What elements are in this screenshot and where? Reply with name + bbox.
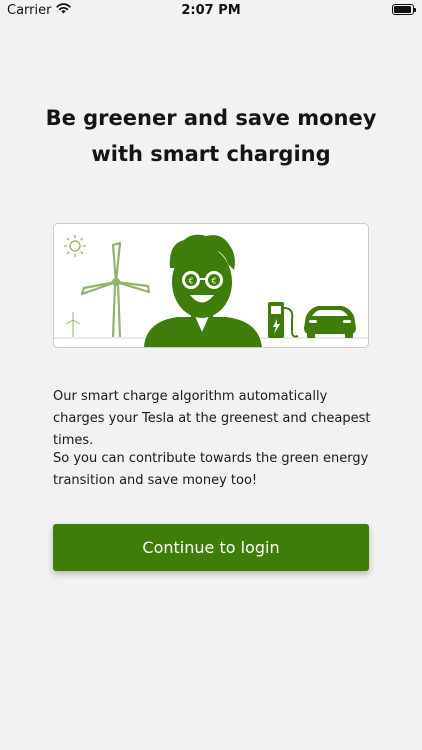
small-wind-turbine-icon [65, 312, 81, 337]
benefit-paragraph: So you can contribute towards the green … [53, 451, 369, 488]
intro-paragraph: Our smart charge algorithm automatically… [53, 389, 371, 448]
car-icon [304, 306, 356, 338]
continue-to-login-button[interactable]: Continue to login [53, 524, 369, 571]
person-face-icon: € € [144, 234, 262, 347]
svg-text:€: € [211, 277, 216, 286]
svg-text:€: € [188, 277, 193, 286]
sun-icon [64, 235, 86, 257]
status-bar: Carrier 2:07 PM [0, 0, 422, 22]
ev-charger-icon [268, 302, 299, 338]
page-title: Be greener and save money with smart cha… [45, 106, 377, 166]
status-time: 2:07 PM [181, 3, 241, 18]
battery-icon [392, 4, 416, 15]
hero-illustration: € € [53, 223, 369, 348]
wind-turbine-icon [80, 241, 151, 338]
